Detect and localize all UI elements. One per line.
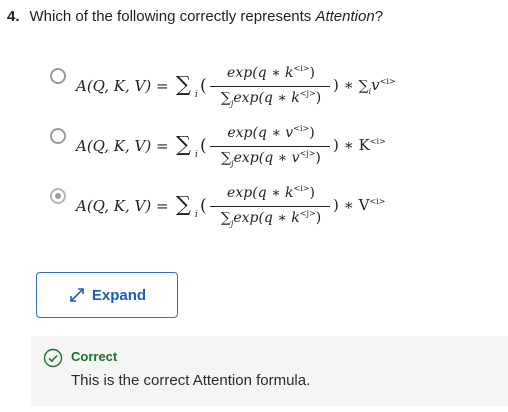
question-text: Which of the following correctly represe… <box>29 8 316 25</box>
fraction-denominator: ∑jexp(q ∗ k<j>) <box>220 209 322 228</box>
sum-symbol: ∑ <box>176 132 191 156</box>
formula-option-3: A(Q, K, V) = ∑ i ( exp(q ∗ k<i>) ∑jexp(q… <box>76 180 466 232</box>
formula-lhs: A(Q, K, V) = <box>76 197 169 215</box>
formula-lhs: A(Q, K, V) = <box>76 77 169 95</box>
question-emphasis: Attention <box>315 8 375 25</box>
fraction-numerator: exp(q ∗ v<i>) <box>227 124 315 141</box>
check-circle-icon <box>43 348 63 368</box>
formula-lhs: A(Q, K, V) = <box>76 137 169 155</box>
formula-tail: ) ∗ ∑iv<i> <box>333 76 396 96</box>
expand-arrows-icon <box>68 286 86 304</box>
sum-symbol: ∑ <box>176 72 191 96</box>
fraction-numerator: exp(q ∗ k<i>) <box>227 184 315 201</box>
fraction-denominator: ∑jexp(q ∗ k<j>) <box>220 89 322 108</box>
sum-subscript: i <box>195 210 198 220</box>
open-paren: ( <box>200 196 207 216</box>
feedback-message: This is the correct Attention formula. <box>71 372 311 389</box>
radio-button-option-3-selected[interactable] <box>50 188 66 204</box>
radio-button-option-1[interactable] <box>50 68 66 84</box>
open-paren: ( <box>200 76 207 96</box>
answer-option-1[interactable]: A(Q, K, V) = ∑ i ( exp(q ∗ k<i>) ∑jexp(q… <box>44 60 474 116</box>
formula-option-2: A(Q, K, V) = ∑ i ( exp(q ∗ v<i>) ∑jexp(q… <box>76 120 466 172</box>
sum-subscript: i <box>195 90 198 100</box>
answer-option-3[interactable]: A(Q, K, V) = ∑ i ( exp(q ∗ k<i>) ∑jexp(q… <box>44 180 474 236</box>
sum-symbol: ∑ <box>176 192 191 216</box>
question-end: ? <box>374 8 384 25</box>
question-number: 4. <box>7 8 20 25</box>
answer-option-2[interactable]: A(Q, K, V) = ∑ i ( exp(q ∗ v<i>) ∑jexp(q… <box>44 120 474 176</box>
feedback-panel: Correct This is the correct Attention fo… <box>31 336 508 406</box>
expand-button-label: Expand <box>91 286 147 304</box>
fraction-bar <box>210 86 330 87</box>
expand-button[interactable]: Expand <box>36 272 178 318</box>
question-prompt: 4. Which of the following correctly repre… <box>7 7 383 27</box>
fraction-bar <box>210 146 330 147</box>
sum-subscript: i <box>195 150 198 160</box>
formula-tail: ) ∗ K<i> <box>333 136 386 154</box>
formula-option-1: A(Q, K, V) = ∑ i ( exp(q ∗ k<i>) ∑jexp(q… <box>76 60 466 112</box>
open-paren: ( <box>200 136 207 156</box>
fraction-denominator: ∑jexp(q ∗ v<j>) <box>221 149 321 168</box>
fraction-numerator: exp(q ∗ k<i>) <box>227 64 315 81</box>
radio-button-option-2[interactable] <box>50 128 66 144</box>
formula-tail: ) ∗ V<i> <box>333 196 386 214</box>
feedback-status: Correct <box>71 349 118 364</box>
fraction-bar <box>210 206 330 207</box>
